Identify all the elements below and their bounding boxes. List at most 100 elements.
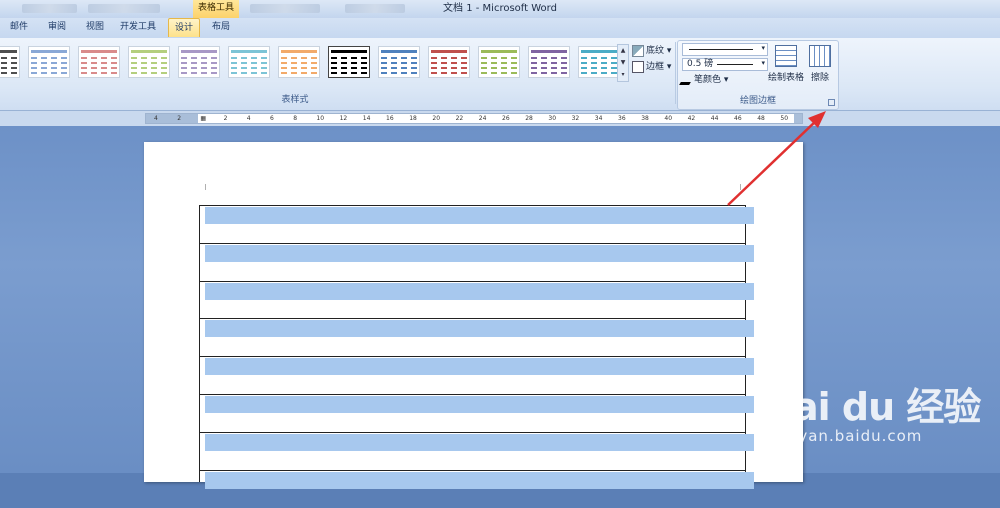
- table-style-thumbnail[interactable]: [128, 46, 170, 78]
- table-row[interactable]: [199, 431, 754, 470]
- thumbnail-row: [281, 57, 317, 59]
- horizontal-ruler[interactable]: 4 2 ▦ 2 4 6 8 10 12 14 16 18 20 22 24 26 28 30 32 34 36 38 40 4…: [145, 113, 803, 124]
- thumbnail-row: [381, 57, 417, 59]
- row-shading-band: [205, 358, 754, 376]
- ruler-tick-label: 18: [409, 115, 417, 122]
- eraser-label: 擦除: [810, 73, 829, 83]
- table-style-thumbnail[interactable]: [178, 46, 220, 78]
- thumbnail-row: [481, 62, 517, 64]
- table-row[interactable]: [199, 394, 754, 432]
- ruler-tick-label: 38: [641, 115, 649, 122]
- ruler-tick-label: 2: [223, 115, 228, 122]
- draw-table-button[interactable]: 绘制表格: [768, 45, 804, 83]
- tab-developer[interactable]: 开发工具: [116, 18, 160, 37]
- dialog-launcher-icon[interactable]: [828, 99, 835, 106]
- borders-label: 边框: [646, 62, 665, 72]
- pen-color-button[interactable]: 笔颜色 ▾: [679, 73, 728, 87]
- line-style-preview: [689, 49, 753, 50]
- ruler-tick-label: 34: [594, 115, 603, 122]
- thumbnail-row: [281, 72, 317, 74]
- tab-mailings[interactable]: 邮件: [4, 18, 34, 37]
- ruler-tick-label: 30: [548, 115, 557, 122]
- thumbnail-row: [281, 62, 317, 64]
- thumbnail-header-band: [81, 50, 117, 53]
- thumbnail-header-band: [581, 50, 617, 53]
- thumbnail-row: [331, 62, 367, 64]
- tab-design[interactable]: 设计: [168, 18, 200, 37]
- paint-bucket-icon: [632, 44, 644, 57]
- tab-review[interactable]: 审阅: [42, 18, 72, 37]
- line-weight-preview: [717, 64, 753, 65]
- table-style-thumbnail[interactable]: [228, 46, 270, 78]
- borders-button[interactable]: 边框 ▾: [632, 60, 671, 74]
- table-style-thumbnail[interactable]: [78, 46, 120, 78]
- ruler-tick-label: 48: [757, 115, 765, 122]
- thumbnail-header-band: [431, 50, 467, 53]
- shading-button[interactable]: 底纹 ▾: [632, 44, 671, 58]
- table-row[interactable]: [199, 469, 754, 508]
- scroll-down-icon[interactable]: ▼: [618, 57, 628, 69]
- table-row[interactable]: [199, 356, 754, 394]
- row-shading-band: [205, 320, 754, 338]
- row-shading-band: [205, 396, 754, 413]
- thumbnail-row: [0, 62, 17, 64]
- table-row[interactable]: [199, 205, 754, 243]
- thumbnail-row: [481, 67, 517, 69]
- gallery-more-icon[interactable]: ▾: [618, 69, 628, 81]
- thumbnail-row: [331, 67, 367, 69]
- thumbnail-header-band: [31, 50, 67, 53]
- table-style-thumbnail[interactable]: [0, 46, 20, 78]
- tab-view[interactable]: 视图: [80, 18, 110, 37]
- ruler-tick-label: 8: [293, 115, 298, 122]
- table-style-thumbnail[interactable]: [428, 46, 470, 78]
- row-shading-band: [205, 471, 754, 489]
- table-row[interactable]: [199, 242, 754, 281]
- thumbnail-row: [531, 62, 567, 64]
- row-shading-band: [205, 282, 754, 300]
- table-style-thumbnail[interactable]: [378, 46, 420, 78]
- chevron-down-icon: ▾: [761, 59, 765, 67]
- thumbnail-row: [431, 57, 467, 59]
- thumbnail-row: [31, 72, 67, 74]
- thumbnail-row: [31, 67, 67, 69]
- thumbnail-row: [581, 67, 617, 69]
- draw-borders-group-label: 绘图边框: [739, 96, 776, 106]
- thumbnail-header-band: [381, 50, 417, 53]
- table-style-thumbnail[interactable]: [578, 46, 620, 78]
- window-title: 文档 1 - Microsoft Word: [443, 3, 557, 14]
- tab-layout[interactable]: 布局: [206, 18, 236, 37]
- ruler-tick-label: 42: [687, 115, 696, 122]
- ruler-tick-label: 2: [177, 115, 182, 122]
- table-row[interactable]: [199, 280, 754, 319]
- thumbnail-row: [131, 67, 167, 69]
- thumbnail-row: [231, 57, 267, 59]
- ruler-tick-label: 14: [362, 115, 371, 122]
- table-style-thumbnail[interactable]: [528, 46, 570, 78]
- ruler-tick-label: 12: [339, 115, 348, 122]
- thumbnail-row: [331, 72, 367, 74]
- thumbnail-row: [81, 62, 117, 64]
- table-style-thumbnail[interactable]: [478, 46, 520, 78]
- table-row[interactable]: [199, 318, 754, 356]
- document-page[interactable]: [144, 142, 803, 489]
- ribbon-tab-row: 邮件 审阅 视图 开发工具 设计 布局: [0, 18, 1000, 38]
- thumbnail-row: [481, 72, 517, 74]
- thumbnail-row: [581, 72, 617, 74]
- thumbnail-header-band: [231, 50, 267, 53]
- table-style-thumbnail[interactable]: [278, 46, 320, 78]
- thumbnail-row: [231, 72, 267, 74]
- table-style-thumbnail[interactable]: [328, 46, 370, 78]
- gallery-scrollbar[interactable]: ▲ ▼ ▾: [617, 44, 629, 82]
- thumbnail-header-band: [481, 50, 517, 53]
- scroll-up-icon[interactable]: ▲: [618, 45, 628, 57]
- ruler-tick-label: 4: [246, 115, 251, 122]
- line-weight-dropdown[interactable]: 0.5 磅 ▾: [682, 58, 768, 71]
- line-style-dropdown[interactable]: ▾: [682, 43, 768, 56]
- ruler-tick-label: 32: [571, 115, 580, 122]
- thumbnail-row: [31, 57, 67, 59]
- thumbnail-row: [231, 67, 267, 69]
- table-style-thumbnail[interactable]: [28, 46, 70, 78]
- ruler-right-margin: [794, 114, 802, 123]
- eraser-button[interactable]: 擦除: [802, 45, 838, 83]
- thumbnail-row: [81, 57, 117, 59]
